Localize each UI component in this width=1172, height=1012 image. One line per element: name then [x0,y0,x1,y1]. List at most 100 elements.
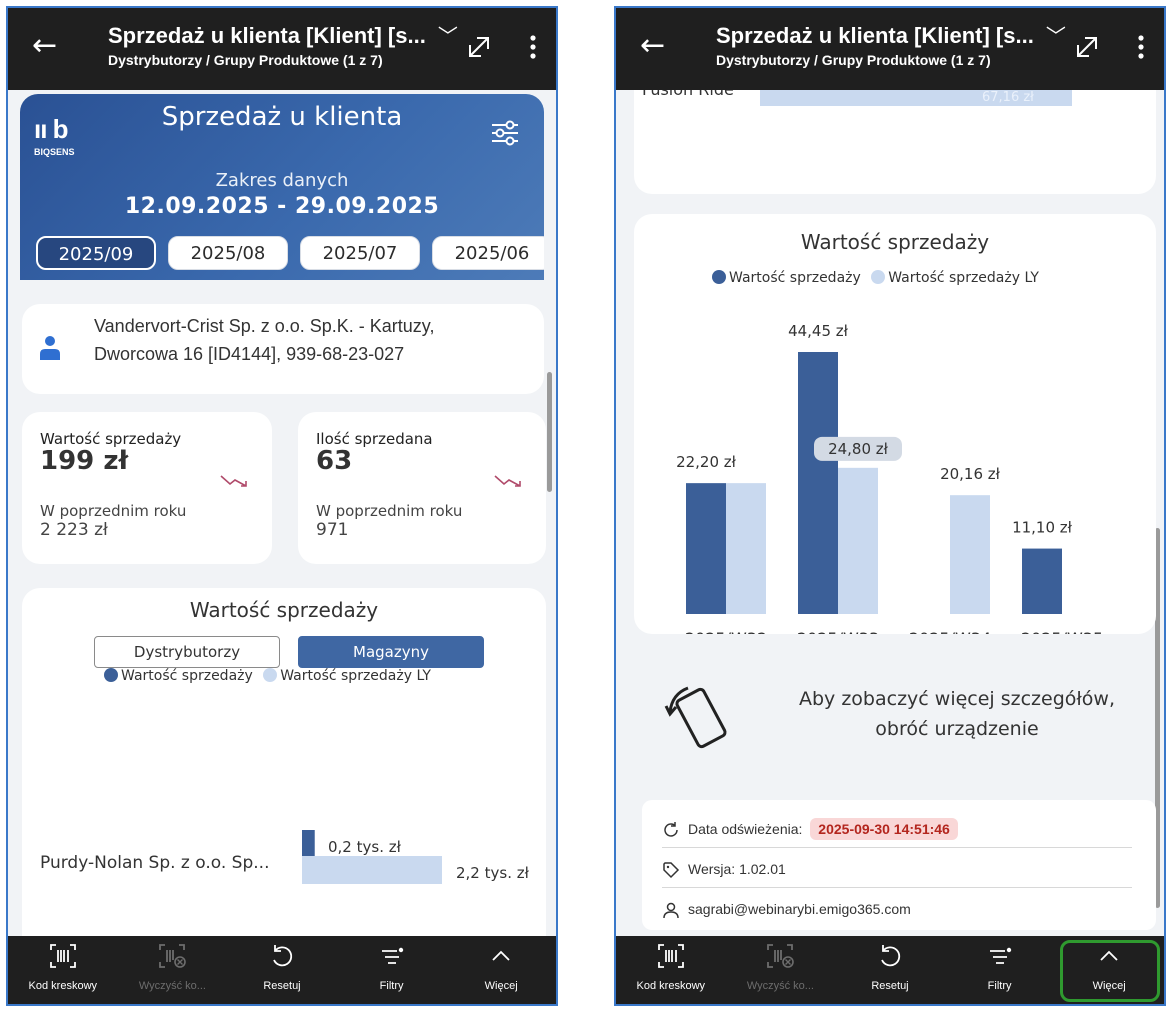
x-tick-label: 2025/W33 [797,629,879,634]
x-tick-label: 2025/W35 [1021,629,1103,634]
report-title: Sprzedaż u klienta [Klient] [s... [108,23,426,48]
app-topbar: ← Sprzedaż u klienta [Klient] [s... ﹀ Dys… [616,8,1164,90]
more-label: Więcej [484,980,518,992]
filter-icon [989,947,1011,964]
period-tab-2025-09[interactable]: 2025/09 [36,236,156,270]
sales-chart-title: Wartość sprzedaży [189,598,379,622]
report-title: Sprzedaż u klienta [Klient] [s... [716,23,1034,48]
rotate-hint-line-2: obróć urządzenie [875,718,1039,740]
weekly-sales-card: Wartość sprzedaży Wartość sprzedaży Wart… [634,214,1156,634]
customer-card[interactable]: Vandervort-Crist Sp. z o.o. Sp.K. - Kart… [22,304,544,394]
scrollbar[interactable] [547,372,552,492]
reset-label: Resetuj [871,980,909,992]
category-label: Purdy-Nolan Sp. z o.o. Sp... [40,853,269,873]
more-options-icon[interactable] [1134,30,1148,64]
toggle-distributors[interactable]: Dystrybutorzy [94,636,280,668]
clipped-bar-value: 67,16 zł [982,90,1034,105]
chevron-down-icon: ﹀ [437,26,458,48]
bottom-toolbar: Kod kreskowy Wyczyść ko... Resetuj Filtr… [8,936,556,1004]
legend-label-current: Wartość sprzedaży [729,270,861,286]
bar-current-2025-W33 [798,352,838,614]
legend-label-current: Wartość sprzedaży [121,668,253,684]
barcode-scan-icon [49,944,76,968]
tag-icon [663,862,680,879]
customer-line-1: Vandervort-Crist Sp. z o.o. Sp.K. - Kart… [94,316,435,336]
chevron-up-icon [492,950,510,961]
customer-line-2: Dworcowa 16 [ID4144], 939-68-23-027 [94,344,405,364]
data-label: 24,80 zł [828,440,889,458]
rotate-device-hint: Aby zobaczyć więcej szczegółów, obróć ur… [762,684,1152,744]
x-tick-label: 2025/W32 [685,629,767,634]
barcode-clear-icon [159,944,187,968]
trend-down-icon [494,475,521,487]
reset-icon [881,945,901,967]
date-range-value: 12.09.2025 - 29.09.2025 [124,194,440,219]
legend-label-ly: Wartość sprzedaży LY [280,668,431,684]
reset-button[interactable]: Resetuj [835,936,945,1004]
report-subtitle: Dystrybutorzy / Grupy Produktowe (1 z 7) [108,52,383,68]
kpi-previous-value: 971 [316,520,349,540]
period-tab-2025-06[interactable]: 2025/06 [432,236,544,270]
reset-label: Resetuj [263,980,301,992]
toggle-warehouses[interactable]: Magazyny [298,636,484,668]
clear-barcode-label: Wyczyść ko... [746,980,814,992]
legend-dot-ly [263,668,278,682]
data-label: 11,10 zł [1012,519,1073,537]
filters-button[interactable]: Filtry [337,936,447,1004]
kpi-value: 199 zł [40,446,129,476]
kpi-previous-label: W poprzednim roku [40,502,187,520]
barcode-label: Kod kreskowy [28,980,98,992]
filter-sliders-icon[interactable] [486,114,524,152]
reset-button[interactable]: Resetuj [227,936,337,1004]
customer-name: Vandervort-Crist Sp. z o.o. Sp.K. - Kart… [94,312,434,368]
refresh-icon [664,822,678,837]
bar-current-2025-W35 [1022,548,1062,614]
reset-icon [273,945,293,967]
refresh-date-badge: 2025-09-30 14:51:46 [810,818,958,840]
bar-ly-2025-W34 [950,495,990,614]
user-row: sagrabi@webinarybi.emigo365.com [662,892,1132,928]
clear-barcode-button[interactable]: Wyczyść ko... [118,936,228,1004]
more-button[interactable]: Więcej [446,936,556,1004]
data-label: 44,45 zł [788,322,849,340]
clear-barcode-button[interactable]: Wyczyść ko... [726,936,836,1004]
clear-barcode-label: Wyczyść ko... [138,980,206,992]
report-title-dropdown[interactable]: Sprzedaż u klienta [Klient] [s... ﹀ [716,20,1066,49]
back-arrow-icon[interactable]: ← [32,26,57,66]
barcode-button[interactable]: Kod kreskowy [616,936,726,1004]
rotate-hint-line-1: Aby zobaczyć więcej szczegółów, [798,688,1116,710]
phone-screen-right: Fusion Ride 67,16 zł ← Sprzedaż u klient… [614,6,1166,1006]
period-tab-2025-08[interactable]: 2025/08 [168,236,288,270]
more-button[interactable]: Więcej [1054,936,1164,1004]
app-topbar: ← Sprzedaż u klienta [Klient] [s... ﹀ Dys… [8,8,556,90]
kpi-card-sales-value[interactable]: Wartość sprzedaży 199 zł W poprzednim ro… [22,412,272,564]
report-title-dropdown[interactable]: Sprzedaż u klienta [Klient] [s... ﹀ [108,20,458,49]
more-options-icon[interactable] [526,30,540,64]
back-arrow-icon[interactable]: ← [640,26,665,66]
chevron-up-icon [1100,950,1118,961]
expand-icon[interactable] [462,30,496,64]
user-icon [663,902,679,919]
bar-last-year-label: 2,2 tys. zł [456,864,530,882]
period-tab-2025-07[interactable]: 2025/07 [300,236,420,270]
kpi-value: 63 [316,446,353,476]
data-label: 20,16 zł [940,465,1001,483]
barcode-scan-icon [657,944,684,968]
bar-current-label: 0,2 tys. zł [328,838,402,856]
bar-ly-2025-W33 [838,467,878,614]
bar-current-value [302,830,315,856]
kpi-card-quantity-sold[interactable]: Ilość sprzedana 63 W poprzednim roku 971 [298,412,546,564]
clipped-category-label: Fusion Ride [642,90,734,99]
kpi-previous-value: 2 223 zł [40,520,108,540]
legend-dot-current [712,270,726,284]
dashboard-title: Sprzedaż u klienta [161,102,403,132]
report-subtitle: Dystrybutorzy / Grupy Produktowe (1 z 7) [716,52,991,68]
date-range-label: Zakres danych [215,170,349,191]
barcode-button[interactable]: Kod kreskowy [8,936,118,1004]
x-tick-label: 2025/W34 [909,629,991,634]
person-icon [40,336,60,360]
filters-button[interactable]: Filtry [945,936,1055,1004]
expand-icon[interactable] [1070,30,1104,64]
data-label: 22,20 zł [676,453,737,471]
chart-legend: Wartość sprzedaży Wartość sprzedaży LY [104,668,431,684]
